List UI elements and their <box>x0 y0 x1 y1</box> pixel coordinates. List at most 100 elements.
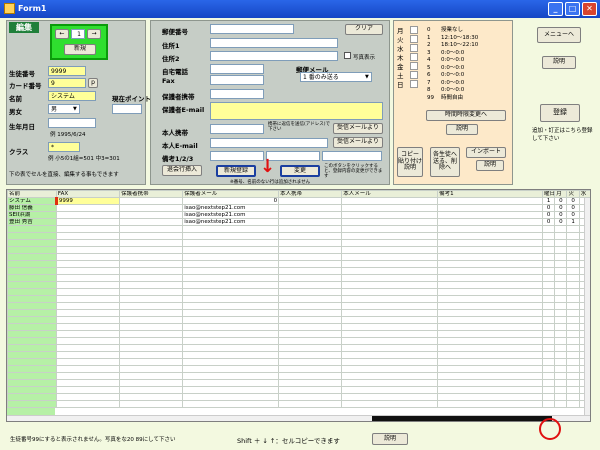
import-button[interactable]: インポート <box>466 147 506 158</box>
table-cell[interactable] <box>341 246 439 254</box>
table-cell[interactable] <box>437 309 544 317</box>
table-cell-tue[interactable]: 0 <box>566 197 580 205</box>
empty-table-row[interactable] <box>7 281 590 289</box>
weekday-slot-field[interactable] <box>410 35 418 43</box>
postal-field[interactable] <box>210 24 294 34</box>
table-row[interactable]: システム999901002 <box>7 197 590 205</box>
table-cell-fax[interactable] <box>55 218 121 226</box>
table-cell[interactable] <box>119 400 184 408</box>
table-cell[interactable] <box>437 393 544 401</box>
empty-table-row[interactable] <box>7 358 590 366</box>
status-explain-button[interactable]: 説明 <box>372 433 408 445</box>
class-field[interactable]: * <box>48 142 80 152</box>
table-row[interactable]: 豊田 秀吉isao@nextstep21.com0010 <box>7 218 590 226</box>
table-cell-email[interactable] <box>341 218 439 226</box>
table-cell[interactable] <box>55 225 121 233</box>
table-cell[interactable] <box>182 330 280 338</box>
table-cell[interactable] <box>341 295 439 303</box>
empty-table-row[interactable] <box>7 239 590 247</box>
table-cell[interactable] <box>566 379 580 387</box>
table-cell[interactable] <box>542 386 556 394</box>
table-cell[interactable] <box>182 246 280 254</box>
table-cell[interactable] <box>542 267 556 275</box>
table-cell[interactable] <box>542 337 556 345</box>
empty-table-row[interactable] <box>7 316 590 324</box>
student-no-field[interactable]: 9999 <box>48 66 86 76</box>
table-cell[interactable] <box>278 358 343 366</box>
table-cell[interactable] <box>566 372 580 380</box>
table-cell[interactable] <box>542 253 556 261</box>
table-cell[interactable] <box>341 232 439 240</box>
import-explain-button[interactable]: 説明 <box>476 160 504 171</box>
table-cell[interactable] <box>437 232 544 240</box>
table-cell[interactable] <box>7 288 57 296</box>
weekday-slot-field[interactable] <box>410 71 418 79</box>
table-cell[interactable] <box>554 253 568 261</box>
fax-field[interactable] <box>210 75 264 85</box>
table-cell[interactable] <box>554 330 568 338</box>
schedule-explain-button[interactable]: 説明 <box>446 124 478 135</box>
table-cell[interactable] <box>437 337 544 345</box>
table-cell[interactable] <box>7 274 57 282</box>
table-cell[interactable] <box>7 337 57 345</box>
table-cell[interactable] <box>119 337 184 345</box>
table-cell[interactable] <box>566 267 580 275</box>
empty-table-row[interactable] <box>7 379 590 387</box>
table-row[interactable]: SEII浜湖isao@nextstep21.com0002 <box>7 211 590 219</box>
email-field[interactable] <box>210 138 328 148</box>
empty-table-row[interactable] <box>7 232 590 240</box>
table-cell[interactable] <box>554 260 568 268</box>
table-cell[interactable] <box>278 386 343 394</box>
table-cell[interactable] <box>119 344 184 352</box>
empty-table-row[interactable] <box>7 393 590 401</box>
table-cell[interactable] <box>542 358 556 366</box>
addr2-field[interactable] <box>210 51 338 61</box>
table-cell[interactable] <box>119 372 184 380</box>
card-no-field[interactable]: 9 <box>48 78 86 88</box>
table-cell[interactable] <box>554 274 568 282</box>
table-cell[interactable] <box>554 365 568 373</box>
table-cell[interactable] <box>566 253 580 261</box>
table-cell-guardian-email[interactable]: isao@nextstep21.com <box>182 204 280 212</box>
table-cell[interactable] <box>182 232 280 240</box>
table-cell[interactable] <box>55 239 121 247</box>
table-cell[interactable] <box>437 351 544 359</box>
copy-paste-button[interactable]: コピー 貼り付け 説明 <box>397 147 423 177</box>
table-cell[interactable] <box>566 358 580 366</box>
table-cell[interactable] <box>566 302 580 310</box>
table-cell[interactable] <box>55 288 121 296</box>
mail-dest-select[interactable]: 1 番のみ送る <box>300 72 372 82</box>
table-cell-guardian-mobile[interactable] <box>119 197 184 205</box>
empty-table-row[interactable] <box>7 351 590 359</box>
table-cell-guardian-mobile[interactable] <box>119 218 184 226</box>
table-cell[interactable] <box>182 281 280 289</box>
table-cell[interactable] <box>7 400 57 408</box>
table-cell[interactable] <box>7 309 57 317</box>
table-cell[interactable] <box>341 365 439 373</box>
weekday-slot-field[interactable] <box>410 62 418 70</box>
column-header[interactable]: 火 <box>566 190 580 198</box>
table-cell[interactable] <box>566 246 580 254</box>
table-cell-guardian-mobile[interactable] <box>119 211 184 219</box>
table-cell[interactable] <box>278 253 343 261</box>
column-header[interactable]: 備考1 <box>437 190 544 198</box>
table-cell[interactable] <box>554 288 568 296</box>
table-cell[interactable] <box>542 309 556 317</box>
table-cell[interactable] <box>55 379 121 387</box>
table-cell[interactable] <box>182 302 280 310</box>
table-cell[interactable] <box>7 330 57 338</box>
table-cell-guardian-email[interactable]: 0 <box>182 197 280 205</box>
table-cell[interactable] <box>278 302 343 310</box>
table-cell[interactable] <box>437 260 544 268</box>
table-cell[interactable] <box>182 379 280 387</box>
table-cell[interactable] <box>554 302 568 310</box>
table-cell[interactable] <box>7 323 57 331</box>
table-cell-email[interactable] <box>341 204 439 212</box>
table-cell[interactable] <box>182 323 280 331</box>
empty-table-row[interactable] <box>7 288 590 296</box>
table-cell[interactable] <box>437 295 544 303</box>
table-cell[interactable] <box>7 386 57 394</box>
table-row[interactable]: 藤田 信義isao@nextstep21.com0002 <box>7 204 590 212</box>
table-cell[interactable] <box>119 274 184 282</box>
table-cell-guardian-email[interactable]: isao@nextstep21.com <box>182 211 280 219</box>
